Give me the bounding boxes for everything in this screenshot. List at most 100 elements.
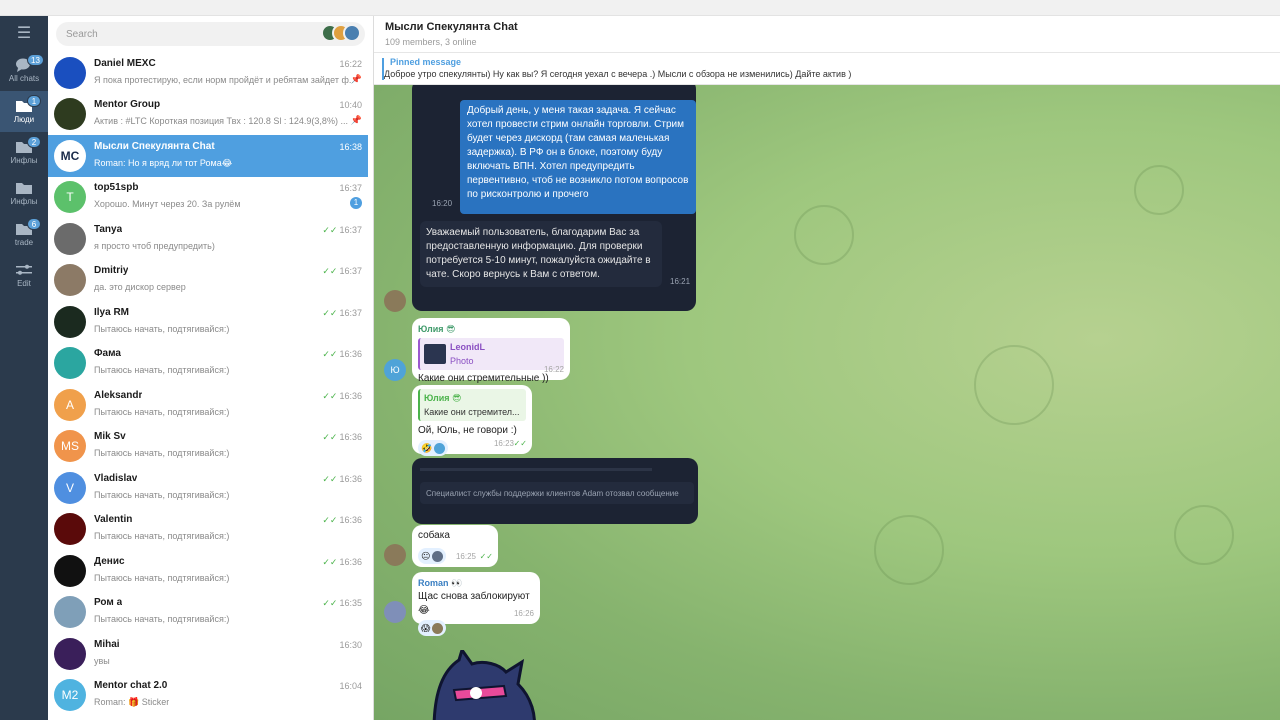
chat-row[interactable]: Денис ✓✓ 16:36 Пытаюсь начать, подтягивайся… <box>48 550 368 592</box>
folder-4[interactable]: 6 trade <box>0 214 48 255</box>
message-2-text: Уважаемый пользователь, благодарим Вас з… <box>426 227 651 280</box>
chat-name: Tanya <box>94 223 123 235</box>
chat-row-body: Daniel MEXC 16:22 Я пока протестирую, если… <box>94 56 368 90</box>
sliders-icon <box>15 263 33 277</box>
folder-label: trade <box>14 238 34 247</box>
reaction[interactable]: 😐 <box>418 548 447 564</box>
chat-row[interactable]: Фама ✓✓ 16:36 Пытаюсь начать, подтягивайся:… <box>48 343 368 385</box>
avatar: MS <box>54 430 86 463</box>
chat-row-body: Vladislav ✓✓ 16:36 Пытаюсь начать, подтягив… <box>94 471 368 505</box>
message-1-text: Добрый день, у меня такая задача. Я сейч… <box>467 105 689 200</box>
wallpaper-doodle <box>1174 505 1234 565</box>
chat-preview: Пытаюсь начать, подтягивайся:) <box>94 323 230 334</box>
chat-row[interactable]: M2 Mentor chat 2.0 16:04 Roman: 🎁 Sticker <box>48 675 368 717</box>
avatar <box>54 596 86 629</box>
chat-row[interactable]: Ilya RM ✓✓ 16:37 Пытаюсь начать, подтягивай… <box>48 301 368 343</box>
chat-row-body: Aleksandr ✓✓ 16:36 Пытаюсь начать, подтягив… <box>94 388 368 422</box>
chat-row[interactable]: Tanya ✓✓ 16:37 я просто чтоб предупредить) <box>48 218 368 260</box>
reply-preview[interactable]: Юлия 😎 Какие они стремител... <box>418 389 526 421</box>
chat-time: ✓✓ 16:36 <box>322 349 362 360</box>
chat-time: ✓✓ 16:37 <box>322 225 362 236</box>
chat-preview: Хорошо. Минут через 20. За рулём <box>94 199 241 210</box>
folder-3[interactable]: Инфлы <box>0 173 48 214</box>
sender-avatar[interactable] <box>384 601 406 623</box>
chat-preview: Пытаюсь начать, подтягивайся:) <box>94 489 230 500</box>
chat-time-text: 16:22 <box>339 58 362 69</box>
chat-row[interactable]: Daniel MEXC 16:22 Я пока протестирую, если… <box>48 52 368 94</box>
chat-preview: Пытаюсь начать, подтягивайся:) <box>94 614 230 625</box>
chat-name: top51spb <box>94 182 139 194</box>
chat-name: Valentin <box>94 514 133 526</box>
stories-avatars[interactable] <box>321 24 361 42</box>
search-input[interactable] <box>66 28 286 40</box>
chat-preview: Актив : #LTC Короткая позиция Твх : 120.… <box>94 116 348 127</box>
sender-avatar[interactable] <box>384 544 406 566</box>
pinned-message-bar[interactable]: Pinned message Доброе утро спекулянты) Н… <box>374 53 1280 85</box>
chat-name: Фама <box>94 348 121 360</box>
message-time: 16:23 <box>493 439 514 448</box>
read-check-icon: ✓✓ <box>322 390 338 401</box>
chat-row-body: Мысли Спекулянта Chat 16:38 Roman: Но я вр… <box>94 139 368 173</box>
message-bubble[interactable]: Специалист службы поддержки клиентов Ada… <box>412 458 698 524</box>
chat-name: Mentor chat 2.0 <box>94 680 168 692</box>
message-bubble[interactable]: Добрый день, у меня такая задача. Я сейч… <box>412 85 696 311</box>
message-time: 16:21 <box>670 277 691 286</box>
chat-preview: Roman: Но я вряд ли тот Рома😂 <box>94 157 233 168</box>
folder-1[interactable]: 1 Люди <box>0 91 48 132</box>
chat-row[interactable]: A Aleksandr ✓✓ 16:36 Пытаюсь начать, подтяги… <box>48 384 368 426</box>
chat-name: Ilya RM <box>94 306 130 318</box>
folder-0[interactable]: 13 All chats <box>0 50 48 91</box>
message-bubble[interactable]: собака 😐 16:25 ✓✓ <box>412 525 498 567</box>
chat-row[interactable]: Ром а ✓✓ 16:35 Пытаюсь начать, подтягивайся… <box>48 592 368 634</box>
chat-preview: увы <box>94 655 110 666</box>
chat-preview: Пытаюсь начать, подтягивайся:) <box>94 406 230 417</box>
chat-preview: Roman: 🎁 Sticker <box>94 697 170 708</box>
chat-row[interactable]: Dmitriy ✓✓ 16:37 да. это дискор сервер <box>48 260 368 302</box>
chat-row[interactable]: Mihai 16:30 увы <box>48 633 368 675</box>
message-bubble[interactable]: Юлия 😎 LeonidL Photo Какие они стремител… <box>412 318 570 384</box>
pin-icon: 📌 <box>350 73 362 84</box>
chat-time-text: 16:30 <box>339 639 362 650</box>
avatar <box>54 513 86 546</box>
message-time: 16:26 <box>513 609 534 618</box>
chat-time: ✓✓ 16:36 <box>322 432 362 443</box>
chat-time-text: 16:37 <box>339 266 362 277</box>
cat-sticker[interactable] <box>414 650 544 720</box>
reaction-emoji: 😱 <box>421 623 431 633</box>
folder-icon <box>15 181 33 195</box>
message-sender[interactable]: Юлия 😎 <box>418 322 564 336</box>
message-bubble[interactable]: Roman 👀 Щас снова заблокируют😂 😱 16:26 <box>412 572 540 636</box>
folder-icon: 6 <box>15 218 41 236</box>
chat-time-text: 16:36 <box>339 515 362 526</box>
chat-row[interactable]: Valentin ✓✓ 16:36 Пытаюсь начать, подтягива… <box>48 509 368 551</box>
sender-avatar[interactable]: Ю <box>384 359 406 381</box>
message-sender[interactable]: Roman 👀 <box>418 576 534 590</box>
chat-row[interactable]: V Vladislav ✓✓ 16:36 Пытаюсь начать, подтяги… <box>48 467 368 509</box>
message-text: собака <box>418 530 450 541</box>
message-bubble[interactable]: Юлия 😎 Какие они стремител... Ой, Юль, н… <box>412 385 532 456</box>
pin-icon: 📌 <box>350 115 362 126</box>
read-check-icon: ✓✓ <box>513 439 527 448</box>
chat-row[interactable]: Mentor Group 10:40 Актив : #LTC Короткая п… <box>48 94 368 136</box>
folder-5[interactable]: Edit <box>0 255 48 296</box>
chat-row[interactable]: Ttop51spb 16:37 Хорошо. Минут через 20. За… <box>48 177 368 219</box>
reaction[interactable]: 🤣 <box>418 440 449 456</box>
message-text: Какие они стремительные )) <box>418 373 549 384</box>
folder-2[interactable]: 2 Инфлы <box>0 132 48 173</box>
wallpaper-doodle <box>974 345 1054 425</box>
reply-name: LeonidL <box>450 342 485 352</box>
reply-preview[interactable]: LeonidL Photo <box>418 338 564 370</box>
reaction[interactable]: 😱 <box>418 620 447 636</box>
search-box[interactable] <box>56 22 365 46</box>
chat-row[interactable]: MC Мысли Спекулянта Chat 16:38 Roman: Но я … <box>48 135 368 177</box>
wallpaper-doodle <box>874 515 944 585</box>
chat-name: Daniel MEXC <box>94 57 156 69</box>
avatar: V <box>54 471 86 504</box>
menu-icon[interactable]: ☰ <box>0 16 48 50</box>
message-2: Уважаемый пользователь, благодарим Вас з… <box>420 221 662 287</box>
chat-time-text: 16:37 <box>339 183 362 194</box>
sender-avatar[interactable] <box>384 290 406 312</box>
chat-header[interactable]: Мысли Спекулянта Chat 109 members, 3 onl… <box>374 16 1280 53</box>
unread-badge: 1 <box>350 197 362 210</box>
chat-row[interactable]: MS Mik Sv ✓✓ 16:36 Пытаюсь начать, подтягива… <box>48 426 368 468</box>
